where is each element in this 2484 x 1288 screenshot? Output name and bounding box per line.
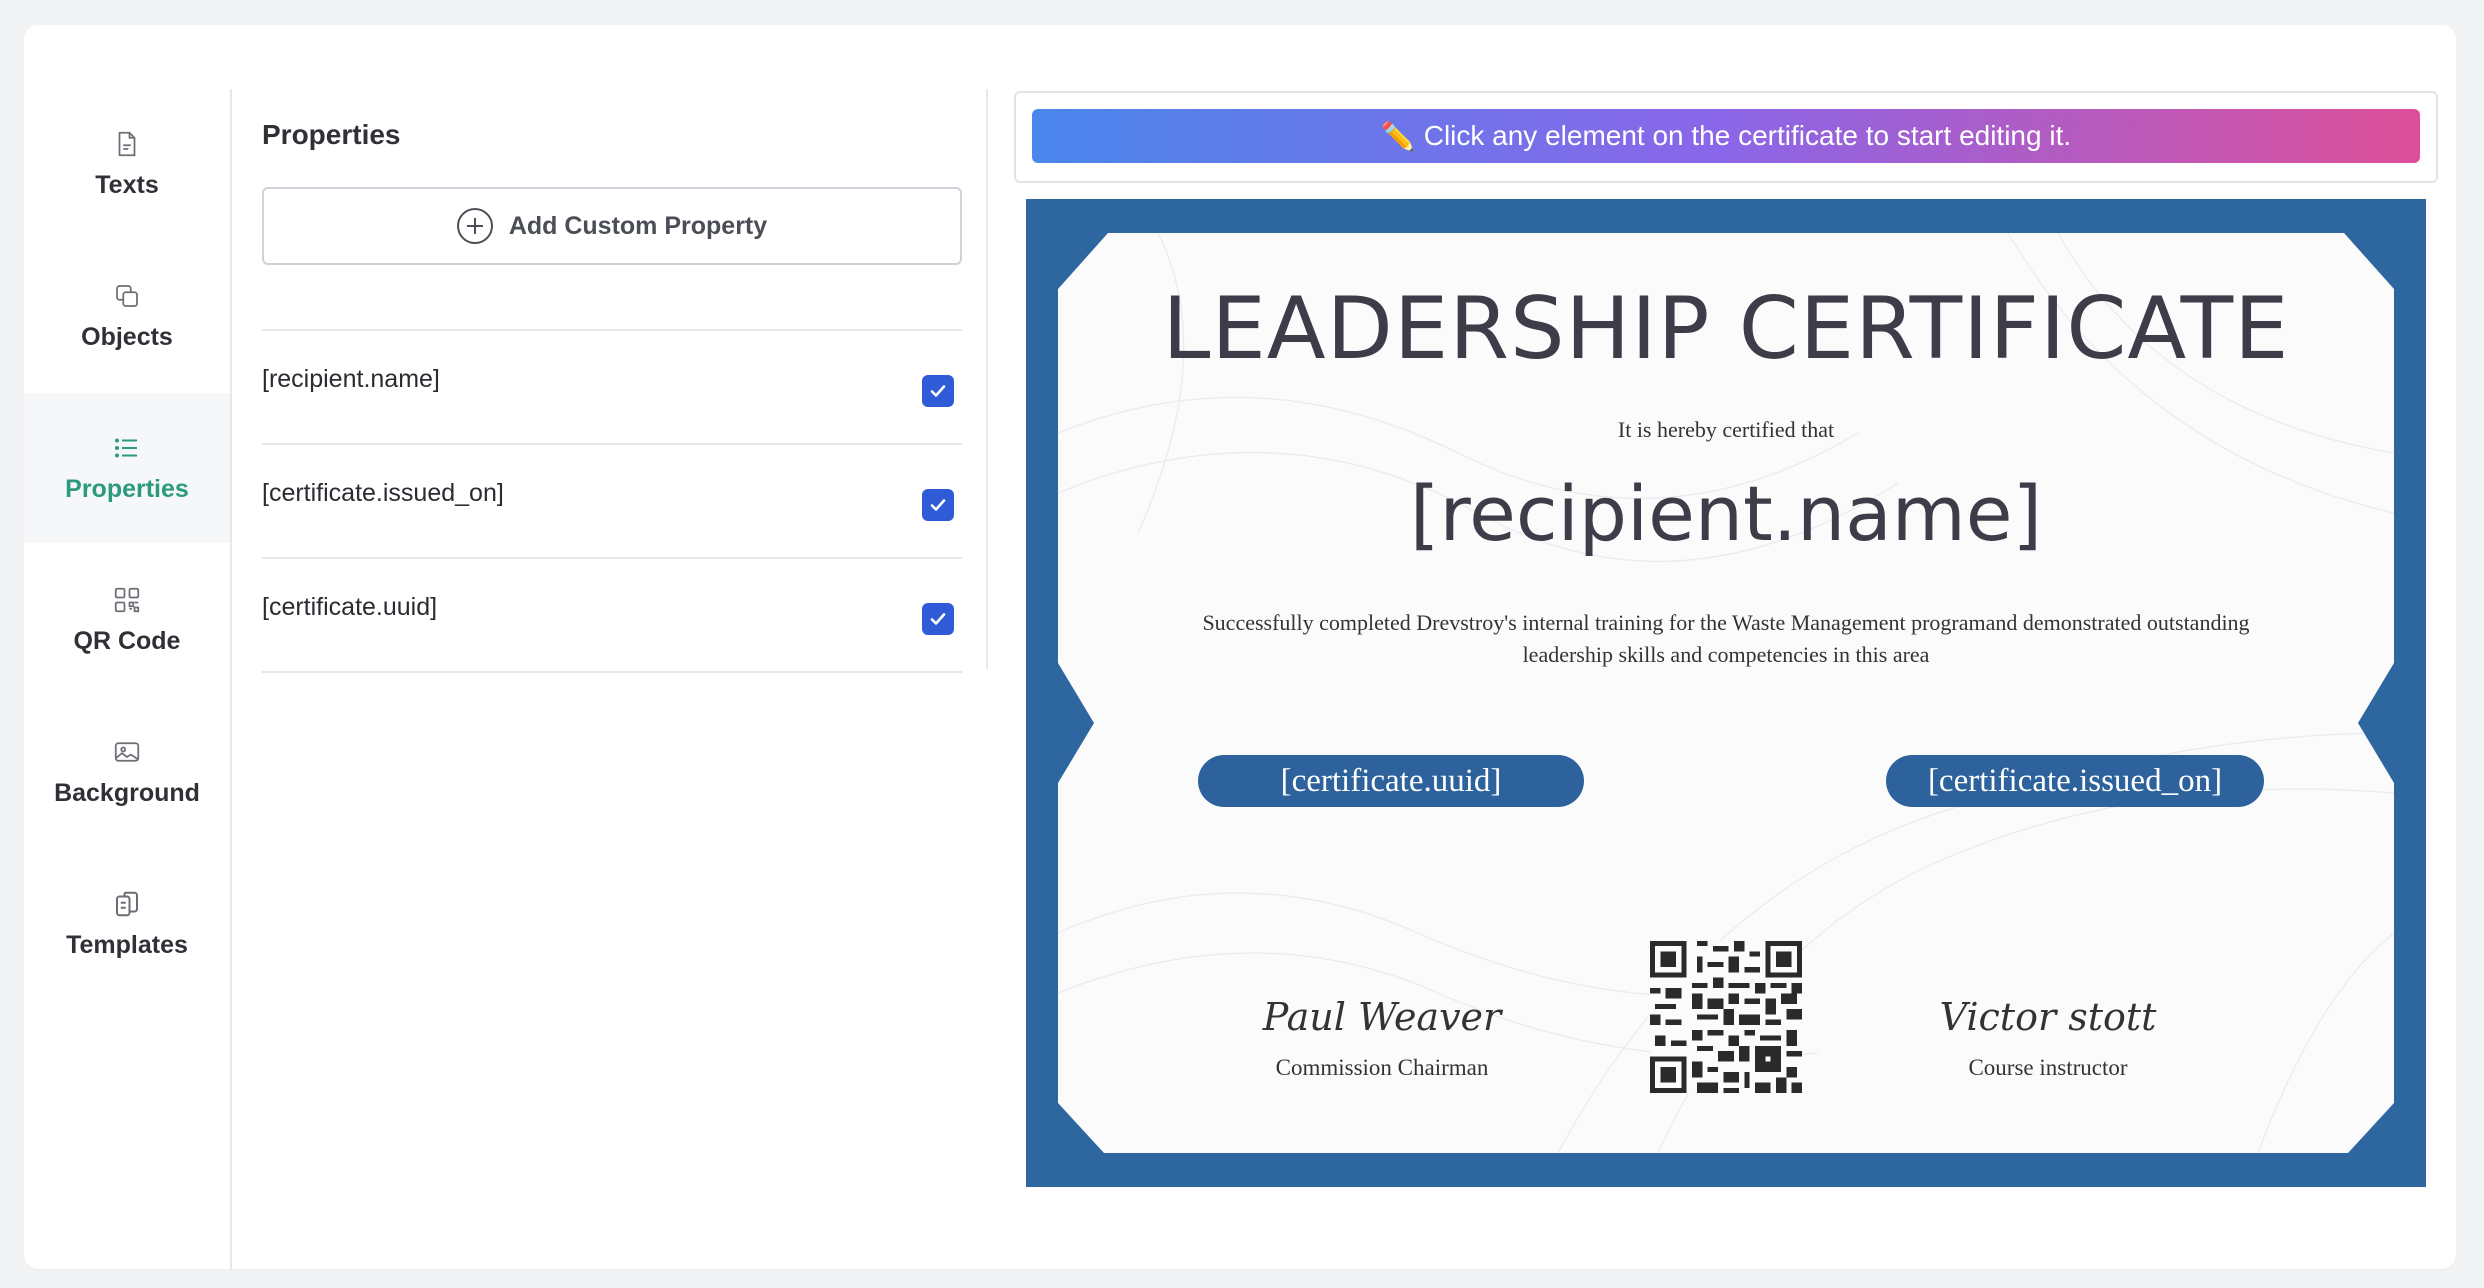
certificate-body: LEADERSHIP CERTIFICATE It is hereby cert… [1058, 233, 2394, 1153]
sidebar-item-label: Properties [65, 474, 189, 503]
sidebar-item-background[interactable]: Background [24, 697, 230, 847]
sidebar: Texts Objects Properties QR Code Backgro… [24, 89, 232, 1269]
sidebar-item-label: Texts [95, 170, 159, 199]
list-icon [112, 433, 142, 463]
signer-name: Paul Weaver [1262, 995, 1502, 1039]
list-item: [recipient.name] [262, 331, 962, 445]
list-item: [certificate.issued_on] [262, 445, 962, 559]
sidebar-item-templates[interactable]: Templates [24, 849, 230, 999]
sidebar-item-label: Templates [66, 930, 188, 959]
clipboard-copy-icon [112, 889, 142, 919]
recipient-name[interactable]: [recipient.name] [1058, 469, 2394, 558]
signer-role: Commission Chairman [1275, 1055, 1489, 1080]
certificate-subtitle[interactable]: It is hereby certified that [1058, 417, 2394, 443]
certificate-description[interactable]: Successfully completed Drevstroy's inter… [1178, 607, 2274, 671]
sidebar-item-qr-code[interactable]: QR Code [24, 545, 230, 695]
properties-panel: Properties Add Custom Property [recipien… [254, 89, 988, 673]
signature-right[interactable]: Victor stott Course instructor [1898, 995, 2198, 1081]
certificate-issued-field[interactable]: [certificate.issued_on] [1886, 755, 2264, 807]
hint-banner: ✏️ Click any element on the certificate … [1032, 109, 2420, 163]
certificate-title[interactable]: LEADERSHIP CERTIFICATE [1058, 279, 2394, 379]
sidebar-item-properties[interactable]: Properties [24, 393, 230, 543]
property-name: [certificate.issued_on] [262, 479, 504, 507]
property-list: [recipient.name] [certificate.issued_on]… [262, 329, 962, 673]
panel-title: Properties [262, 119, 401, 150]
property-checkbox[interactable] [922, 603, 954, 635]
property-name: [recipient.name] [262, 365, 440, 393]
qr-code-image[interactable] [1650, 941, 1802, 1093]
property-name: [certificate.uuid] [262, 593, 438, 621]
check-icon [930, 613, 946, 625]
image-icon [112, 737, 142, 767]
sidebar-item-texts[interactable]: Texts [24, 89, 230, 239]
check-icon [930, 385, 946, 397]
main-card: Texts Objects Properties QR Code Backgro… [24, 25, 2456, 1269]
list-item: [certificate.uuid] [262, 559, 962, 673]
pencil-icon: ✏️ [1380, 120, 1416, 152]
qr-code-icon [112, 585, 142, 615]
signature-left[interactable]: Paul Weaver Commission Chairman [1232, 995, 1532, 1081]
add-custom-property-button[interactable]: Add Custom Property [262, 187, 962, 265]
editing-hint: ✏️ Click any element on the certificate … [1014, 91, 2438, 183]
sidebar-item-label: Background [54, 778, 200, 807]
certificate-canvas[interactable]: LEADERSHIP CERTIFICATE It is hereby cert… [1026, 199, 2426, 1187]
sidebar-item-label: Objects [81, 322, 173, 351]
hint-text: Click any element on the certificate to … [1423, 120, 2072, 151]
sidebar-item-label: QR Code [73, 626, 181, 655]
plus-circle-icon [456, 208, 493, 244]
signer-role: Course instructor [1968, 1055, 2128, 1080]
document-icon [112, 129, 142, 159]
check-icon [930, 499, 946, 511]
property-checkbox[interactable] [922, 375, 954, 407]
certificate-uuid-field[interactable]: [certificate.uuid] [1198, 755, 1584, 807]
add-custom-property-label: Add Custom Property [508, 211, 768, 240]
sidebar-item-objects[interactable]: Objects [24, 241, 230, 391]
property-checkbox[interactable] [922, 489, 954, 521]
copy-icon [112, 281, 142, 311]
signer-name: Victor stott [1939, 995, 2157, 1039]
